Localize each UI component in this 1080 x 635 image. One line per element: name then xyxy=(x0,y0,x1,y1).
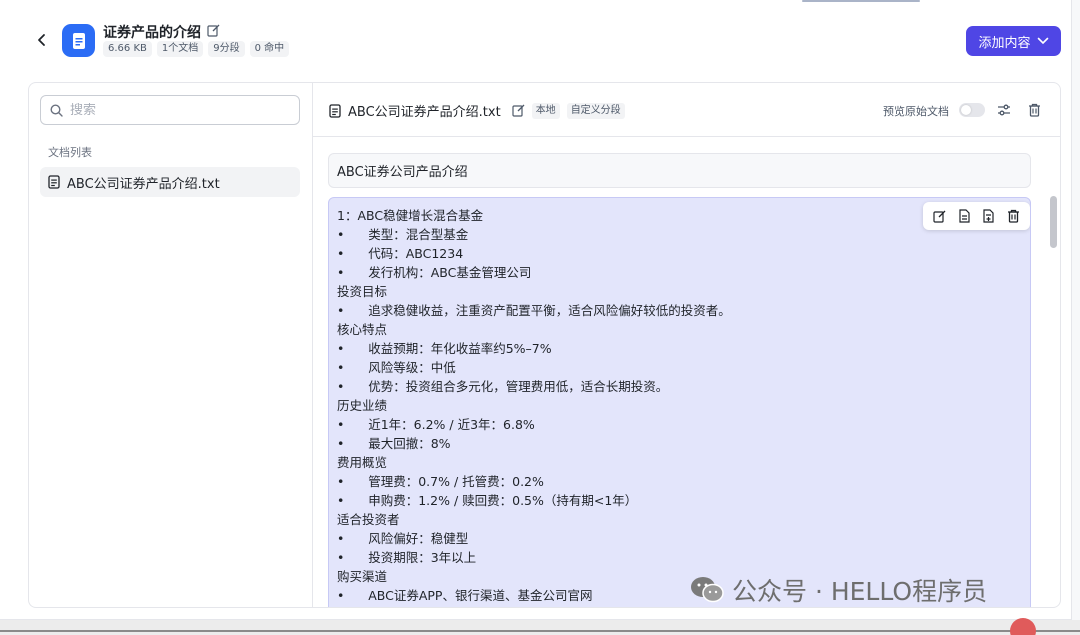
header: 证券产品的介绍 6.66 KB 1个文档 9分段 0 命中 添加内容 xyxy=(0,0,1072,82)
chunk-line: • 追求稳健收益，注重资产配置平衡，适合风险偏好较低的投资者。 xyxy=(337,303,731,318)
add-content-label: 添加内容 xyxy=(978,35,1031,51)
chunk-line: • 投资期限：3年以上 xyxy=(337,550,477,565)
settings-sliders-icon[interactable] xyxy=(996,102,1012,118)
search-box[interactable] xyxy=(40,95,300,125)
chunk-line: • 类型：混合型基金 xyxy=(337,227,469,242)
preview-original-toggle[interactable] xyxy=(959,103,985,117)
chunk-line: 投资目标 xyxy=(337,284,388,299)
source-tag: 本地 xyxy=(531,102,560,119)
document-header: ABC公司证券产品介绍.txt 本地 自定义分段 xyxy=(329,101,625,120)
document-detail-panel: ABC公司证券产品介绍.txt 本地 自定义分段 预览原始文档 ABC证券公司产… xyxy=(312,82,1061,608)
chunk-line: • 申购费：1.2% / 赎回费：0.5%（持有期<1年） xyxy=(337,493,638,508)
edit-title-icon[interactable] xyxy=(207,24,220,41)
segment-content: ABC证券公司产品介绍 1：ABC稳健增长混合基金 • 类型：混合型基金 • 代码：… xyxy=(313,138,1060,607)
document-list-panel: 文档列表 ABC公司证券产品介绍.txt xyxy=(28,82,312,608)
document-count-badge: 1个文档 xyxy=(156,41,204,57)
search-input[interactable] xyxy=(70,102,270,118)
file-icon xyxy=(48,175,60,189)
segment-count-badge: 9分段 xyxy=(208,41,245,57)
scrollbar-thumb[interactable] xyxy=(1050,196,1057,248)
paragraph-title[interactable]: ABC证券公司产品介绍 xyxy=(328,153,1031,188)
chunk-line: 历史业绩 xyxy=(337,398,388,413)
page: 证券产品的介绍 6.66 KB 1个文档 9分段 0 命中 添加内容 文档列表 … xyxy=(0,0,1072,620)
segment-chunk[interactable]: 1：ABC稳健增长混合基金 • 类型：混合型基金 • 代码：ABC1234 • 发行机… xyxy=(328,197,1031,607)
meta-row: 6.66 KB 1个文档 9分段 0 命中 xyxy=(103,41,290,57)
knowledge-base-title: 证券产品的介绍 xyxy=(103,22,220,42)
chunk-line: • 代码：ABC1234 xyxy=(337,246,464,261)
chunk-line: • 风险等级：中低 xyxy=(337,360,456,375)
watermark-text: 公众号 · HELLO程序员 xyxy=(732,577,988,606)
preview-original-label: 预览原始文档 xyxy=(883,105,949,118)
insert-below-icon[interactable] xyxy=(981,208,997,224)
chunk-line: 费用概览 xyxy=(337,455,388,470)
chunk-line: • 发行机构：ABC基金管理公司 xyxy=(337,265,532,280)
knowledge-base-icon xyxy=(62,24,95,57)
chunk-line: 适合投资者 xyxy=(337,512,400,527)
chunk-line: • 管理费：0.7% / 托管费：0.2% xyxy=(337,474,544,489)
chunk-text: 1：ABC稳健增长混合基金 • 类型：混合型基金 • 代码：ABC1234 • 发行机… xyxy=(337,206,1022,607)
bottom-divider xyxy=(0,630,1080,632)
document-list-item-label: ABC公司证券产品介绍.txt xyxy=(67,176,220,192)
edit-chunk-icon[interactable] xyxy=(931,208,947,224)
add-content-button[interactable]: 添加内容 xyxy=(966,26,1061,56)
document-title: ABC公司证券产品介绍.txt xyxy=(348,105,501,120)
chevron-down-icon xyxy=(1037,37,1048,45)
chunk-line: • 最大回撤：8% xyxy=(337,436,451,451)
document-list-label: 文档列表 xyxy=(48,146,92,159)
insert-above-icon[interactable] xyxy=(956,208,972,224)
document-toolbar: ABC公司证券产品介绍.txt 本地 自定义分段 预览原始文档 xyxy=(313,83,1060,137)
file-icon xyxy=(329,103,341,118)
chunk-line: • 近1年：6.2% / 近3年：6.8% xyxy=(337,417,535,432)
wechat-logo-icon xyxy=(691,577,724,603)
document-list-item[interactable]: ABC公司证券产品介绍.txt xyxy=(40,167,300,197)
chunk-line: 核心特点 xyxy=(337,322,388,337)
chunk-action-bar xyxy=(923,202,1030,230)
trash-icon[interactable] xyxy=(1026,102,1042,118)
wechat-watermark: 公众号 · HELLO程序员 xyxy=(690,572,987,608)
chevron-left-icon xyxy=(38,34,45,46)
chunk-line: 1：ABC稳健增长混合基金 xyxy=(337,208,484,223)
chunk-line: • 收益预期：年化收益率约5%–7% xyxy=(337,341,552,356)
search-icon xyxy=(50,103,63,117)
edit-document-icon[interactable] xyxy=(512,104,525,117)
chunk-line: • 优势：投资组合多元化，管理费用低，适合长期投资。 xyxy=(337,379,669,394)
file-size-badge: 6.66 KB xyxy=(103,41,152,57)
toggle-knob xyxy=(961,105,971,115)
page-title: 证券产品的介绍 xyxy=(103,25,201,41)
segment-mode-tag: 自定义分段 xyxy=(566,102,625,119)
hit-count-badge: 0 命中 xyxy=(249,41,290,57)
back-button[interactable] xyxy=(32,30,52,50)
chunk-line: • 风险偏好：稳健型 xyxy=(337,531,469,546)
delete-chunk-icon[interactable] xyxy=(1006,208,1022,224)
bottom-bar xyxy=(0,620,1080,635)
